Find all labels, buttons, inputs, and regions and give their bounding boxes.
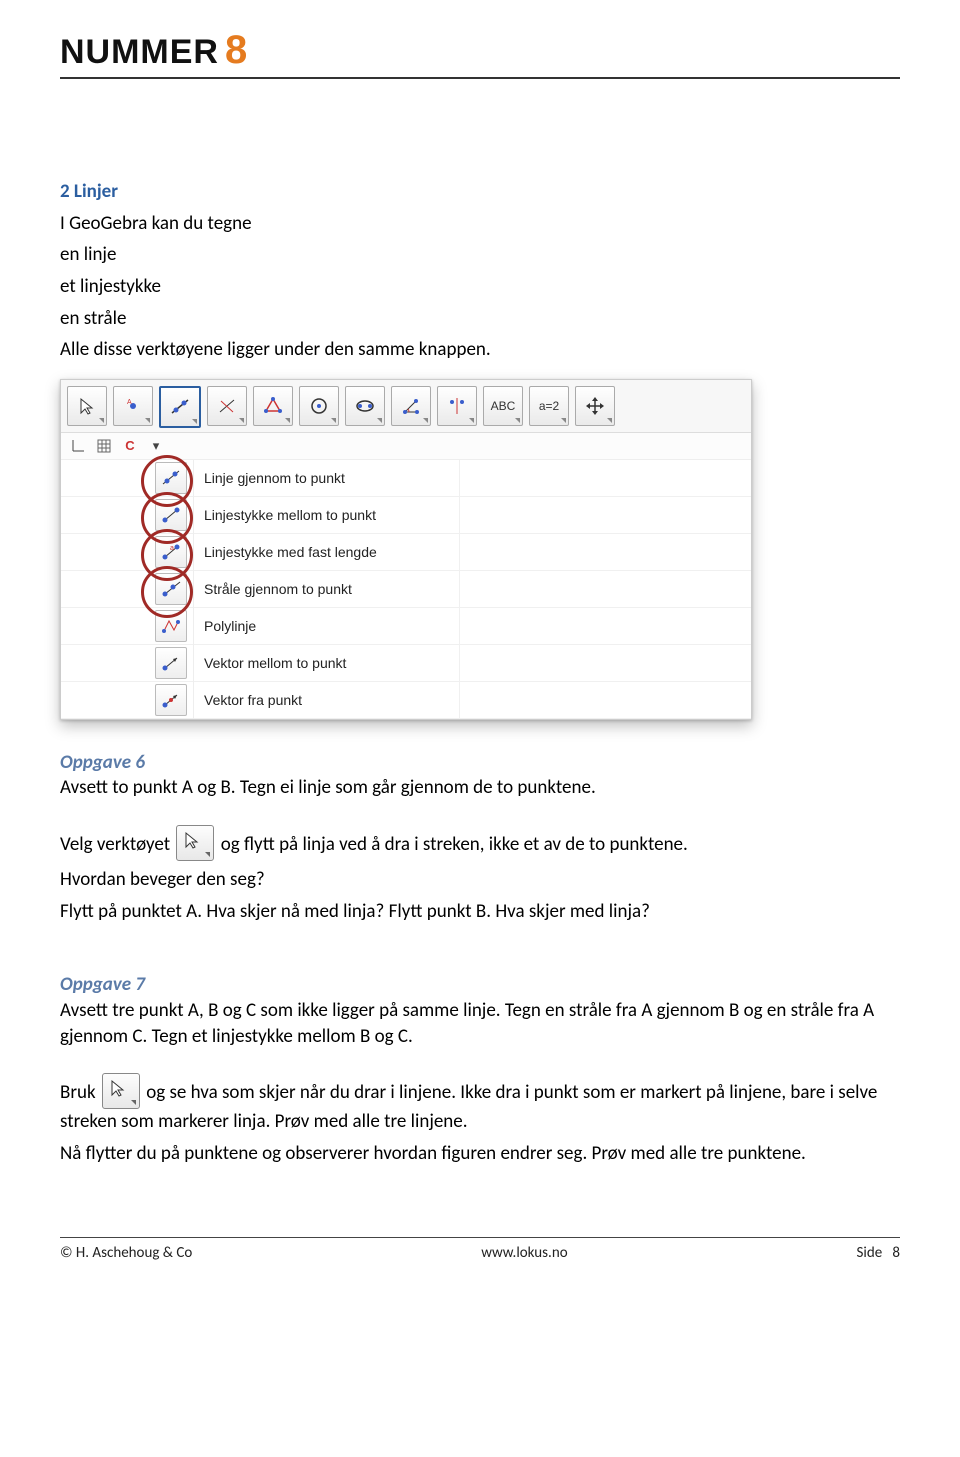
oppgave-6-title: Oppgave 6 xyxy=(60,750,900,776)
tool-angle[interactable] xyxy=(391,386,431,426)
bullet-2: et linjestykke xyxy=(60,274,900,300)
logo-word: NUMMER xyxy=(60,33,219,72)
page-header: NUMMER 8 xyxy=(60,28,900,79)
section-title: 2 Linjer xyxy=(60,179,900,205)
menu-item-segment[interactable]: Linjestykke mellom to punkt xyxy=(194,497,459,534)
dropdown-icon[interactable]: ▾ xyxy=(147,437,165,455)
oppgave-7-title: Oppgave 7 xyxy=(60,972,900,998)
capture-icon[interactable]: C xyxy=(121,437,139,455)
tool-move-view[interactable] xyxy=(575,386,615,426)
screenshot-toolbar: A ABC a=2 xyxy=(61,380,751,433)
spreadsheet-grid xyxy=(459,460,751,719)
menu-item-polyline[interactable]: Polylinje xyxy=(194,608,459,645)
opp6-line3: Hvordan beveger den seg? xyxy=(60,867,900,893)
opp7-para3: Nå flytter du på punktene og observerer … xyxy=(60,1141,900,1167)
grid-icon[interactable] xyxy=(95,437,113,455)
axes-icon[interactable] xyxy=(69,437,87,455)
tool-pointer[interactable] xyxy=(67,386,107,426)
tool-reflect[interactable] xyxy=(437,386,477,426)
tool-polygon[interactable] xyxy=(253,386,293,426)
footer-left: © H. Aschehoug & Co xyxy=(60,1244,192,1262)
bullet-3: en stråle xyxy=(60,306,900,332)
menu-item-vector-from-point[interactable]: Vektor fra punkt xyxy=(194,682,459,719)
geogebra-screenshot: A ABC a=2 C ▾ a xyxy=(60,379,752,720)
tool-ellipse[interactable] xyxy=(345,386,385,426)
tool-line[interactable] xyxy=(159,386,201,428)
tool-circle[interactable] xyxy=(299,386,339,426)
footer-right: Side 8 xyxy=(857,1244,900,1262)
bullet-1: en linje xyxy=(60,242,900,268)
menu-item-line[interactable]: Linje gjennom to punkt xyxy=(194,460,459,497)
menu-item-vector[interactable]: Vektor mellom to punkt xyxy=(194,645,459,682)
pointer-tool-icon xyxy=(176,825,214,861)
logo-number: 8 xyxy=(225,28,247,73)
pointer-tool-icon xyxy=(102,1073,140,1109)
menu-icon-vector[interactable] xyxy=(155,647,187,679)
intro-line-1: I GeoGebra kan du tegne xyxy=(60,211,900,237)
opp7-para1: Avsett tre punkt A, B og C som ikke ligg… xyxy=(60,998,900,1049)
page-footer: © H. Aschehoug & Co www.lokus.no Side 8 xyxy=(60,1237,900,1262)
menu-label-column: Linje gjennom to punkt Linjestykke mello… xyxy=(194,460,459,719)
opp6-line2: Velg verktøyet og flytt på linja ved å d… xyxy=(60,825,900,861)
tool-text[interactable]: ABC xyxy=(483,386,523,426)
tool-point[interactable]: A xyxy=(113,386,153,426)
tool-slider[interactable]: a=2 xyxy=(529,386,569,426)
opp7-line2: Bruk og se hva som skjer når du drar i l… xyxy=(60,1073,900,1135)
tool-perpendicular[interactable] xyxy=(207,386,247,426)
opp6-line1: Avsett to punkt A og B. Tegn ei linje so… xyxy=(60,775,900,801)
menu-icon-column: a xyxy=(61,460,194,719)
menu-icon-vector-from-point[interactable] xyxy=(155,684,187,716)
menu-item-segment-fixed[interactable]: Linjestykke med fast lengde xyxy=(194,534,459,571)
footer-center: www.lokus.no xyxy=(481,1244,567,1262)
svg-text:A: A xyxy=(127,399,132,406)
opp6-line4: Flytt på punktet A. Hva skjer nå med lin… xyxy=(60,899,900,925)
menu-item-ray[interactable]: Stråle gjennom to punkt xyxy=(194,571,459,608)
intro-line-2: Alle disse verktøyene ligger under den s… xyxy=(60,337,900,363)
